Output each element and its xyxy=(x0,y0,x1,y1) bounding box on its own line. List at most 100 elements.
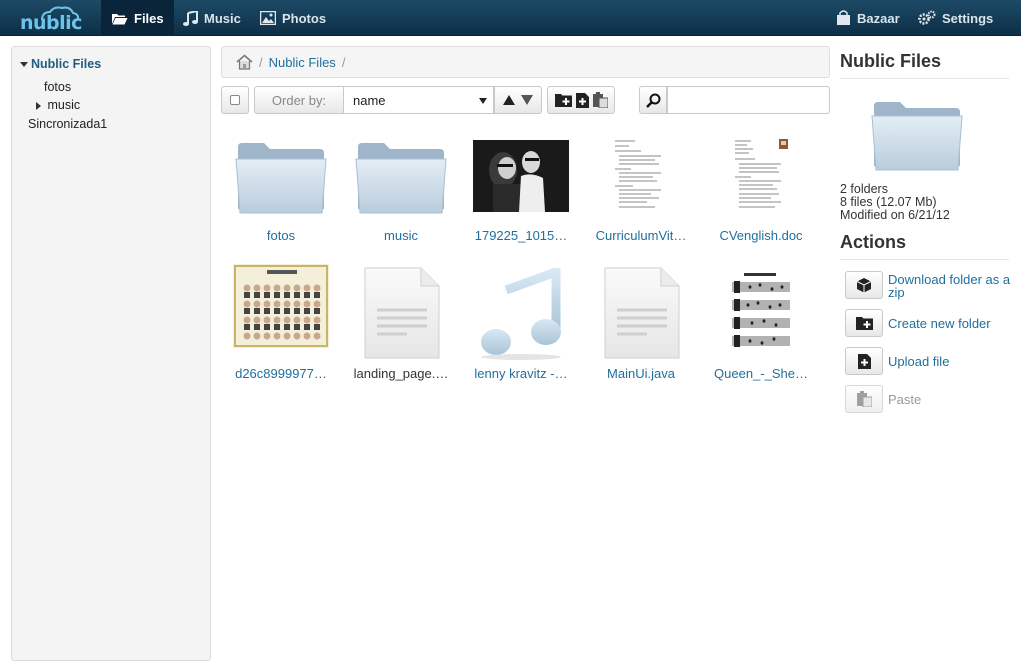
grid-item-label: lenny kravitz -… xyxy=(474,366,568,381)
nav-photos-label: Photos xyxy=(282,10,327,26)
music-note-icon xyxy=(183,10,198,26)
breadcrumb-nublic-files[interactable]: Nublic Files xyxy=(269,55,336,70)
document-preview-image xyxy=(731,137,791,215)
shopping-bag-icon xyxy=(837,10,850,25)
new-file-icon xyxy=(857,353,871,369)
grid-item-label: Queen_-_She… xyxy=(714,366,808,381)
photo-preview-image xyxy=(473,140,569,212)
tree-item-music[interactable]: music xyxy=(36,98,80,112)
text-file-icon xyxy=(604,267,680,359)
paste-icon[interactable] xyxy=(592,92,608,108)
breadcrumb-separator: / xyxy=(259,54,263,70)
music-note-icon xyxy=(481,268,561,360)
image-thumbnail xyxy=(226,264,336,348)
dropdown-arrow-icon xyxy=(479,98,487,104)
document-thumbnail xyxy=(706,136,816,216)
create-folder-button[interactable] xyxy=(845,309,883,337)
grid-item-label: 179225_1015… xyxy=(474,228,568,243)
folder-icon xyxy=(871,102,963,171)
document-preview-image xyxy=(611,137,671,215)
order-by-label: Order by: xyxy=(271,92,327,108)
text-file-icon xyxy=(364,267,440,359)
search-button[interactable] xyxy=(639,86,667,114)
grid-item-label: d26c8999977… xyxy=(235,366,327,381)
nav-music-label: Music xyxy=(204,10,241,26)
nav-files[interactable]: Files xyxy=(101,0,174,36)
sort-descending-icon[interactable] xyxy=(521,95,533,105)
modified-date: Modified on 6/21/12 xyxy=(840,208,950,222)
nav-bazaar[interactable]: Bazaar xyxy=(826,0,910,36)
nav-bazaar-label: Bazaar xyxy=(857,10,900,26)
photo-thumbnail xyxy=(466,136,576,216)
tree-item-nublic-files[interactable]: Nublic Files xyxy=(20,57,101,71)
nav-photos[interactable]: Photos xyxy=(250,0,336,36)
divider xyxy=(840,259,1009,260)
paste-link[interactable]: Paste xyxy=(888,393,921,406)
tree-item-label: Sincronizada1 xyxy=(28,117,108,131)
divider xyxy=(840,78,1009,79)
tree-item-label: fotos xyxy=(44,80,72,94)
gears-icon xyxy=(918,10,936,25)
breadcrumb: / Nublic Files / xyxy=(221,46,830,78)
nav-settings[interactable]: Settings xyxy=(908,0,1003,36)
tree-item-sincronizada1[interactable]: Sincronizada1 xyxy=(28,117,107,131)
text-file-thumbnail xyxy=(586,266,696,362)
grid-item-label: CurriculumVit… xyxy=(595,228,687,243)
paste-button[interactable] xyxy=(845,385,883,413)
search-icon xyxy=(645,93,660,108)
grid-item-label: MainUi.java xyxy=(607,366,675,381)
details-title: Nublic Files xyxy=(840,51,942,71)
box-icon xyxy=(856,278,872,293)
photo-icon xyxy=(260,11,276,25)
upload-file-button[interactable] xyxy=(845,347,883,375)
grid-item-label: fotos xyxy=(266,228,296,243)
file-operations-buttons xyxy=(547,86,615,114)
grid-item-label: landing_page.… xyxy=(353,366,449,381)
grid-item-label: CVenglish.doc xyxy=(719,228,803,243)
download-zip-link[interactable]: Download folder as a zip xyxy=(888,273,1010,299)
text-file-thumbnail xyxy=(346,266,456,362)
tree-item-label: music xyxy=(47,98,81,112)
folder-open-icon xyxy=(112,13,128,24)
new-folder-icon[interactable] xyxy=(554,93,572,107)
select-all-checkbox[interactable] xyxy=(221,86,249,114)
audio-thumbnail xyxy=(466,266,576,362)
order-by-value: name xyxy=(353,92,386,108)
sort-ascending-icon[interactable] xyxy=(503,95,515,105)
breadcrumb-separator: / xyxy=(341,54,346,70)
paste-icon xyxy=(856,391,872,407)
home-icon[interactable] xyxy=(236,54,253,70)
order-by-select[interactable]: name xyxy=(343,86,494,114)
tree-item-label: Nublic Files xyxy=(31,57,102,71)
actions-title: Actions xyxy=(840,232,907,252)
folder-thumbnail xyxy=(346,136,456,216)
new-folder-icon xyxy=(855,317,873,330)
sheet-music-thumbnail xyxy=(706,266,816,362)
document-thumbnail xyxy=(586,136,696,216)
folder-thumbnail xyxy=(226,136,336,216)
chevron-right-icon[interactable] xyxy=(36,101,41,110)
upload-file-link[interactable]: Upload file xyxy=(888,355,949,368)
grid-item-label: music xyxy=(384,228,418,243)
download-zip-button[interactable] xyxy=(845,271,883,299)
chevron-down-icon[interactable] xyxy=(20,62,28,68)
new-file-icon[interactable] xyxy=(575,92,589,108)
create-folder-link[interactable]: Create new folder xyxy=(888,317,991,330)
image-preview-image xyxy=(233,264,329,348)
top-nav-bar: nublic Files Music Photos Bazaar Setting… xyxy=(0,0,1021,36)
logo-text: nublic xyxy=(20,12,82,34)
download-zip-label-line1: Download folder as a xyxy=(888,272,1011,287)
checkbox-icon xyxy=(230,95,240,105)
nublic-logo[interactable]: nublic xyxy=(20,6,82,34)
folder-icon xyxy=(235,143,327,214)
sheet-music-preview-image xyxy=(730,271,792,357)
tree-item-fotos[interactable]: fotos xyxy=(44,80,71,94)
nav-files-label: Files xyxy=(134,10,164,26)
folder-tree: Nublic Files fotos music Sincronizada1 xyxy=(11,46,211,661)
sort-direction-buttons xyxy=(494,86,542,114)
nav-music[interactable]: Music xyxy=(173,0,251,36)
nav-settings-label: Settings xyxy=(942,10,994,26)
order-by-label-box: Order by: xyxy=(254,86,344,114)
download-zip-label-line2: zip xyxy=(888,285,905,300)
search-input[interactable] xyxy=(667,86,830,114)
